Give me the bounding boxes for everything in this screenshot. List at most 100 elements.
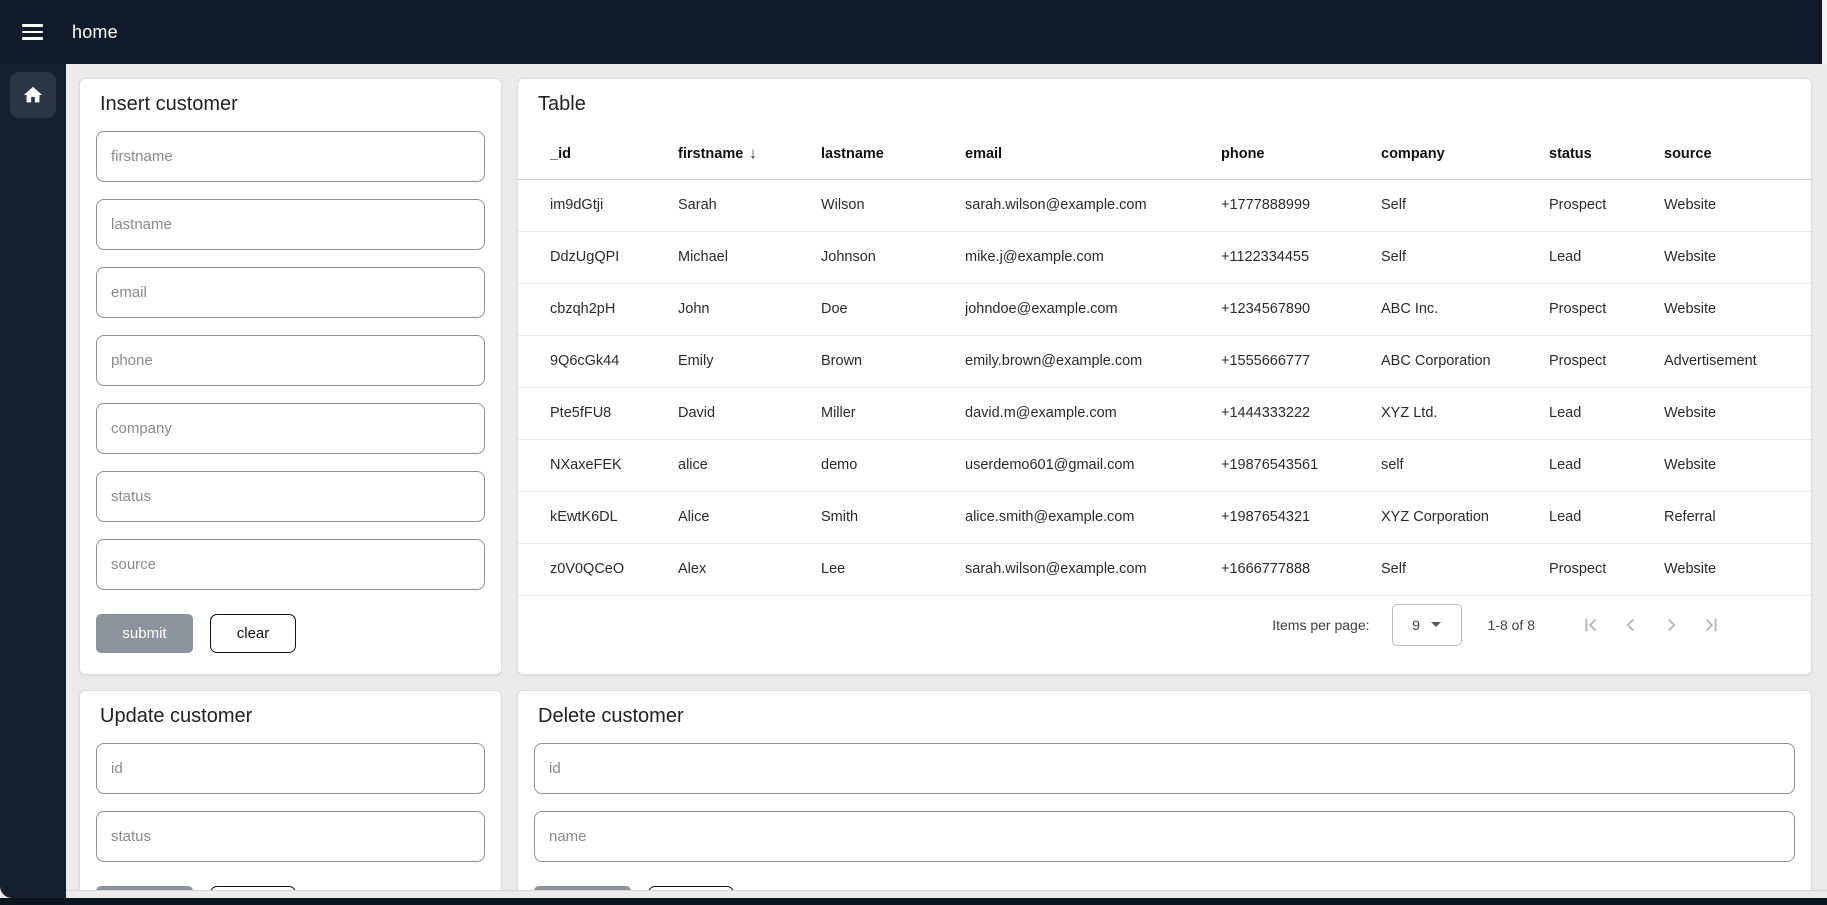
page-size-select[interactable]: 9	[1392, 604, 1462, 646]
table-cell: Lead	[1549, 387, 1664, 439]
table-cell: XYZ Corporation	[1381, 491, 1549, 543]
id-input[interactable]	[96, 743, 485, 794]
table-cell: ABC Corporation	[1381, 335, 1549, 387]
email-input[interactable]	[96, 267, 485, 318]
table-body: im9dGtjiSarahWilson sarah.wilson@example.…	[518, 179, 1813, 595]
table-cell: Lead	[1549, 491, 1664, 543]
page-size-value: 9	[1412, 617, 1420, 633]
table-cell: +19876543561	[1221, 439, 1381, 491]
table-cell: Website	[1664, 231, 1813, 283]
table-cell: alice	[678, 439, 821, 491]
phone-input[interactable]	[96, 335, 485, 386]
column-header-lastname[interactable]: lastname	[821, 129, 965, 179]
id-input[interactable]	[534, 743, 1795, 794]
window-bottom-edge	[0, 898, 1827, 905]
table-cell: self	[1381, 439, 1549, 491]
table-cell: im9dGtji	[518, 179, 678, 231]
app-window: home Insert customer submit clear Table …	[0, 0, 1827, 905]
column-header-phone[interactable]: phone	[1221, 129, 1381, 179]
home-icon	[22, 84, 44, 106]
delete-customer-card: Delete customer submit clear	[517, 690, 1812, 905]
table-cell: 9Q6cGk44	[518, 335, 678, 387]
table-cell: David	[678, 387, 821, 439]
table-cell: Alice	[678, 491, 821, 543]
table-card-title: Table	[518, 79, 1811, 117]
menu-button[interactable]	[10, 10, 54, 54]
sidebar-item-home[interactable]	[10, 72, 56, 118]
table-cell: Prospect	[1549, 543, 1664, 595]
items-per-page-label: Items per page:	[1272, 617, 1369, 633]
update-card-title: Update customer	[80, 691, 501, 729]
insert-form	[80, 117, 501, 590]
first-page-icon	[1580, 614, 1602, 636]
chevron-down-icon	[1431, 622, 1441, 627]
table-cell: sarah.wilson@example.com	[965, 543, 1221, 595]
chevron-left-icon	[1620, 614, 1642, 636]
table-cell: Michael	[678, 231, 821, 283]
firstname-input[interactable]	[96, 131, 485, 182]
lastname-input[interactable]	[96, 199, 485, 250]
table-row: im9dGtjiSarahWilsonsarah.wilson@example.…	[518, 179, 1813, 231]
table-cell: alice.smith@example.com	[965, 491, 1221, 543]
paginator-range: 1-8 of 8	[1488, 617, 1535, 633]
table-cell: cbzqh2pH	[518, 283, 678, 335]
delete-card-title: Delete customer	[518, 691, 1811, 729]
table-cell: userdemo601@gmail.com	[965, 439, 1221, 491]
sidebar	[0, 64, 66, 898]
table-cell: Referral	[1664, 491, 1813, 543]
table-cell: Self	[1381, 231, 1549, 283]
previous-page-button[interactable]	[1619, 613, 1643, 637]
table-cell: +1122334455	[1221, 231, 1381, 283]
table-cell: +1777888999	[1221, 179, 1381, 231]
status-input[interactable]	[96, 471, 485, 522]
source-input[interactable]	[96, 539, 485, 590]
insert-submit-button[interactable]: submit	[96, 614, 193, 653]
main-content: Insert customer submit clear Table _idfi…	[66, 64, 1827, 898]
table-row: kEwtK6DLAliceSmithalice.smith@example.co…	[518, 491, 1813, 543]
table-cell: Pte5fFU8	[518, 387, 678, 439]
table-cell: Emily	[678, 335, 821, 387]
table-cell: Lee	[821, 543, 965, 595]
table-cell: Website	[1664, 283, 1813, 335]
column-header-status[interactable]: status	[1549, 129, 1664, 179]
table-cell: +1555666777	[1221, 335, 1381, 387]
table-cell: z0V0QCeO	[518, 543, 678, 595]
delete-form	[518, 729, 1811, 862]
table-cell: Website	[1664, 179, 1813, 231]
table-cell: mike.j@example.com	[965, 231, 1221, 283]
table-cell: demo	[821, 439, 965, 491]
company-input[interactable]	[96, 403, 485, 454]
topbar: home	[0, 0, 1827, 64]
next-page-button[interactable]	[1659, 613, 1683, 637]
table-header-row: _idfirstname↓lastnameemailphonecompanyst…	[518, 129, 1813, 179]
column-header-email[interactable]: email	[965, 129, 1221, 179]
table-cell: +1666777888	[1221, 543, 1381, 595]
table-cell: +1444333222	[1221, 387, 1381, 439]
horizontal-scrollbar[interactable]	[66, 890, 1827, 898]
table-cell: Doe	[821, 283, 965, 335]
status-input[interactable]	[96, 811, 485, 862]
table-cell: Wilson	[821, 179, 965, 231]
table-cell: Prospect	[1549, 335, 1664, 387]
table-cell: Self	[1381, 179, 1549, 231]
page-title: home	[72, 22, 118, 43]
column-header-source[interactable]: source	[1664, 129, 1813, 179]
chevron-right-icon	[1660, 614, 1682, 636]
insert-clear-button[interactable]: clear	[210, 614, 296, 653]
table-cell: Alex	[678, 543, 821, 595]
last-page-button[interactable]	[1699, 613, 1723, 637]
table-row: NXaxeFEKalicedemouserdemo601@gmail.com+1…	[518, 439, 1813, 491]
column-header-company[interactable]: company	[1381, 129, 1549, 179]
table-cell: Sarah	[678, 179, 821, 231]
column-header-firstname[interactable]: firstname↓	[678, 129, 821, 179]
column-header-id[interactable]: _id	[518, 129, 678, 179]
table-cell: XYZ Ltd.	[1381, 387, 1549, 439]
table-cell: Johnson	[821, 231, 965, 283]
window-right-edge	[1822, 0, 1827, 64]
first-page-button[interactable]	[1579, 613, 1603, 637]
table-cell: NXaxeFEK	[518, 439, 678, 491]
update-form	[80, 729, 501, 862]
table-cell: DdzUgQPI	[518, 231, 678, 283]
last-page-icon	[1700, 614, 1722, 636]
name-input[interactable]	[534, 811, 1795, 862]
